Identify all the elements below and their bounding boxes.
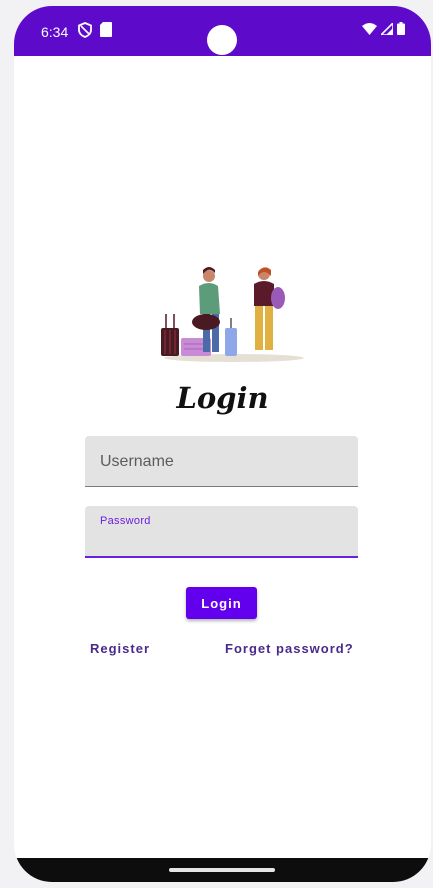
travelers-illustration [161,267,304,362]
password-field[interactable]: Password [85,506,358,558]
vpn-shield-icon [78,22,92,38]
phone-screen: 6:34 Login Username Password Login Regis… [14,6,431,882]
status-bar: 6:34 [14,6,431,56]
login-button[interactable]: Login [186,587,257,619]
status-time: 6:34 [41,24,69,40]
wifi-icon [362,22,377,35]
password-label: Password [100,515,151,527]
front-camera [207,25,237,55]
status-right-icons [362,22,405,35]
login-title: Login [176,381,269,415]
sd-card-icon [100,22,112,37]
signal-icon [381,22,393,35]
username-placeholder: Username [100,453,174,470]
battery-icon [397,22,405,35]
forget-password-link[interactable]: Forget password? [225,641,354,656]
username-field[interactable]: Username [85,436,358,487]
register-link[interactable]: Register [90,641,150,656]
navigation-bar [14,858,431,882]
home-gesture-handle[interactable] [169,868,275,872]
